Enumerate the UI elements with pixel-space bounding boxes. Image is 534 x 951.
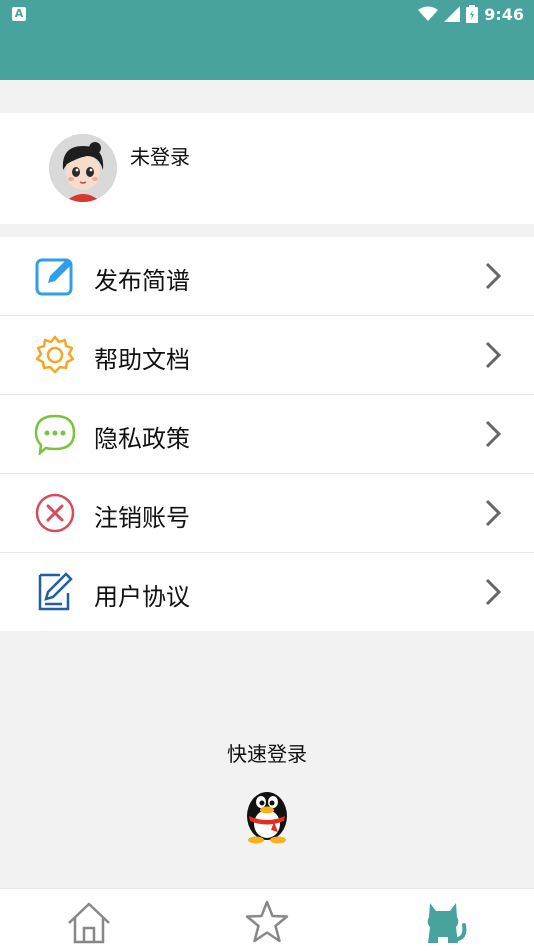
menu-item-label: 用户协议 <box>94 583 190 611</box>
edit-icon <box>35 258 73 296</box>
document-edit-icon <box>38 572 73 611</box>
notification-icon: A <box>12 7 26 21</box>
close-circle-icon <box>35 493 75 533</box>
menu-item-privacy[interactable]: 隐私政策 <box>0 395 534 474</box>
gear-icon <box>35 335 75 374</box>
star-icon[interactable] <box>243 899 291 945</box>
chevron-right-icon <box>485 578 502 606</box>
menu-list: 发布简谱 帮助文档 隐私政策 注销账号 用户协议 <box>0 237 534 631</box>
menu-item-delete-account[interactable]: 注销账号 <box>0 474 534 553</box>
wifi-icon <box>418 6 439 21</box>
chevron-right-icon <box>485 341 502 369</box>
cartoon-avatar-icon <box>49 134 117 202</box>
menu-item-help[interactable]: 帮助文档 <box>0 316 534 395</box>
menu-item-label: 注销账号 <box>94 504 190 532</box>
quick-login-title: 快速登录 <box>227 742 307 766</box>
battery-icon <box>466 5 479 23</box>
chat-bubble-icon <box>34 414 76 455</box>
cat-icon[interactable] <box>420 899 468 945</box>
menu-item-label: 隐私政策 <box>94 425 190 453</box>
status-icons: 9:46 <box>418 3 524 25</box>
chevron-right-icon <box>485 499 502 527</box>
avatar[interactable] <box>49 134 117 202</box>
bottom-tab-bar <box>0 888 534 951</box>
home-icon[interactable] <box>65 899 113 945</box>
menu-item-label: 发布简谱 <box>94 267 190 295</box>
chevron-right-icon <box>485 262 502 290</box>
status-time: 9:46 <box>484 4 524 24</box>
menu-item-publish[interactable]: 发布简谱 <box>0 237 534 316</box>
status-bar: A 9:46 <box>0 0 534 28</box>
app-bar <box>0 28 534 80</box>
signal-icon <box>444 6 461 22</box>
username-label: 未登录 <box>130 145 190 169</box>
profile-card[interactable]: 未登录 <box>0 113 534 224</box>
menu-item-user-agreement[interactable]: 用户协议 <box>0 553 534 631</box>
menu-item-label: 帮助文档 <box>94 346 190 374</box>
chevron-right-icon <box>485 420 502 448</box>
qq-penguin-icon[interactable] <box>240 782 294 844</box>
